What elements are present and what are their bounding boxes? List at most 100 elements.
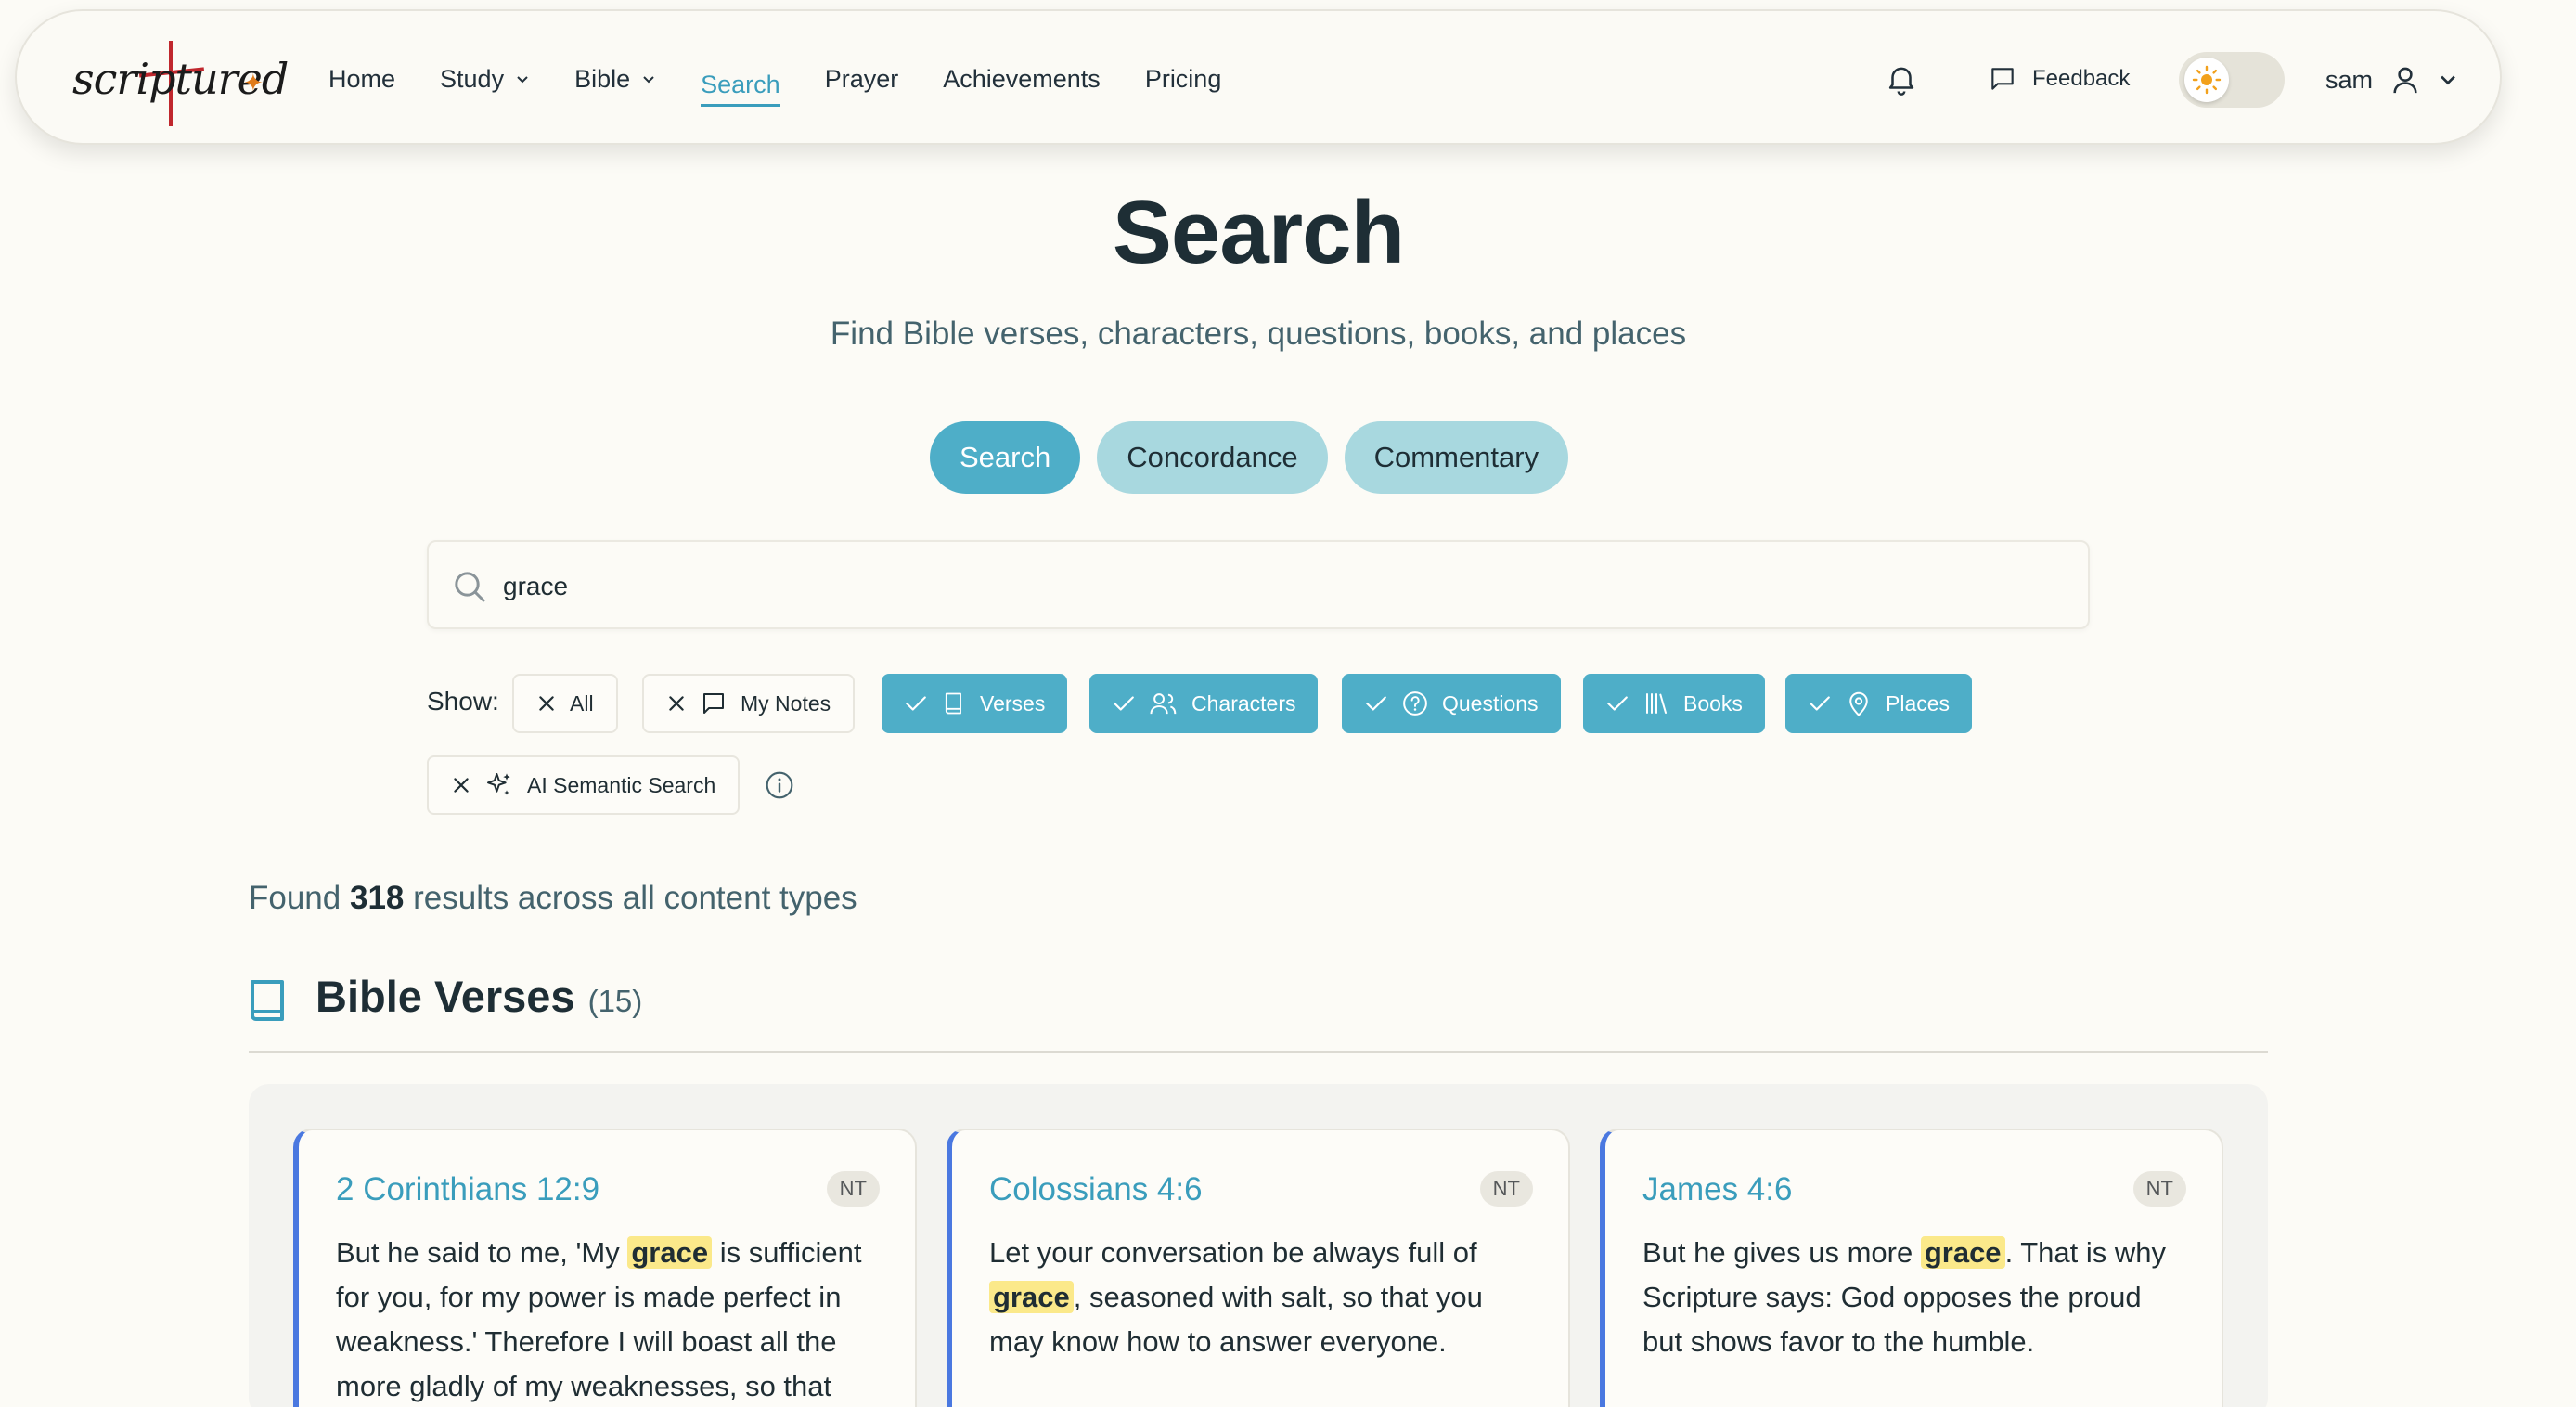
- filter-questions-label: Questions: [1442, 691, 1539, 716]
- top-navbar: scriptured ✦ Home Study Bible Search Pra…: [15, 9, 2502, 145]
- filter-places-label: Places: [1886, 691, 1951, 716]
- user-menu[interactable]: sam: [2325, 54, 2458, 106]
- found-suffix: results across all content types: [413, 880, 857, 916]
- users-icon: [1150, 693, 1177, 715]
- check-icon: [1810, 696, 1830, 711]
- check-icon: [1607, 696, 1628, 711]
- filter-my-notes-chip[interactable]: My Notes: [642, 674, 856, 733]
- nav-study-dropdown[interactable]: Study: [440, 51, 530, 107]
- page-title: Search: [1112, 183, 1405, 282]
- filter-all-label: All: [570, 691, 594, 716]
- info-icon[interactable]: [765, 770, 794, 800]
- verse-text: Let your conversation be always full of …: [989, 1231, 1531, 1364]
- page-subtitle: Find Bible verses, characters, questions…: [830, 316, 1687, 352]
- section-count: (15): [587, 984, 643, 1018]
- verse-reference-link[interactable]: James 4:6: [1642, 1171, 2184, 1208]
- found-prefix: Found: [249, 880, 341, 916]
- feedback-button[interactable]: Feedback: [1988, 56, 2130, 102]
- filter-ai-semantic-chip[interactable]: AI Semantic Search: [427, 755, 741, 815]
- search-term-highlight: grace: [1920, 1236, 2005, 1269]
- feedback-label: Feedback: [2032, 66, 2131, 91]
- verse-reference-link[interactable]: 2 Corinthians 12:9: [336, 1171, 878, 1208]
- search-icon: [455, 572, 485, 602]
- search-mode-tabs: Search Concordance Commentary: [930, 421, 1569, 494]
- nav-prayer[interactable]: Prayer: [825, 51, 899, 107]
- search-field[interactable]: [427, 540, 2090, 629]
- nav-home-label: Home: [328, 64, 396, 93]
- sun-icon: [2192, 65, 2222, 95]
- testament-badge: NT: [826, 1171, 880, 1207]
- book-icon: [251, 980, 284, 1021]
- verse-card[interactable]: 2 Corinthians 12:9 NT But he said to me,…: [293, 1129, 917, 1407]
- chevron-down-icon: [643, 76, 654, 84]
- x-icon: [669, 696, 684, 711]
- chevron-down-icon: [517, 76, 528, 84]
- message-square-icon: [703, 693, 724, 714]
- filter-books-label: Books: [1683, 691, 1743, 716]
- nav-achievements[interactable]: Achievements: [943, 51, 1101, 107]
- mode-commentary-button[interactable]: Commentary: [1344, 421, 1569, 494]
- verse-card[interactable]: Colossians 4:6 NT Let your conversation …: [947, 1129, 1570, 1407]
- sparkles-icon: [487, 773, 510, 795]
- filter-places-chip[interactable]: Places: [1785, 674, 1973, 733]
- section-divider: [249, 1051, 2268, 1053]
- verse-reference-link[interactable]: Colossians 4:6: [989, 1171, 1531, 1208]
- found-count: 318: [349, 880, 405, 916]
- username-label: sam: [2325, 65, 2374, 94]
- verse-text-before: But he gives us more: [1642, 1236, 1921, 1269]
- filter-ai-semantic-label: AI Semantic Search: [527, 772, 716, 797]
- book-icon: [945, 692, 961, 715]
- verse-text: But he gives us more grace. That is why …: [1642, 1231, 2184, 1364]
- nav-achievements-label: Achievements: [943, 64, 1101, 93]
- verse-text: But he said to me, 'My grace is sufficie…: [336, 1231, 878, 1407]
- results-count-summary: Found 318 results across all content typ…: [249, 880, 857, 917]
- mode-concordance-button[interactable]: Concordance: [1097, 421, 1328, 494]
- filter-questions-chip[interactable]: Questions: [1342, 674, 1561, 733]
- search-input[interactable]: [503, 561, 2062, 613]
- message-square-icon: [1991, 68, 2014, 90]
- nav-pricing[interactable]: Pricing: [1145, 51, 1222, 107]
- check-icon: [1114, 696, 1134, 711]
- testament-badge: NT: [1479, 1171, 1533, 1207]
- theme-toggle[interactable]: [2179, 52, 2285, 108]
- nav-pricing-label: Pricing: [1144, 64, 1222, 93]
- check-icon: [1366, 696, 1386, 711]
- show-filter-label: Show:: [427, 687, 499, 716]
- nav-search[interactable]: Search: [701, 66, 780, 107]
- toggle-knob: [2184, 58, 2229, 102]
- x-icon: [539, 696, 554, 711]
- logo-star-icon: ✦: [243, 69, 264, 97]
- library-icon: [1646, 693, 1667, 714]
- filter-verses-chip[interactable]: Verses: [882, 674, 1068, 733]
- filter-my-notes-label: My Notes: [741, 691, 831, 716]
- map-pin-icon: [1849, 691, 1868, 716]
- nav-prayer-label: Prayer: [824, 64, 899, 93]
- notifications-bell-icon[interactable]: [1884, 61, 1919, 97]
- scriptured-logo[interactable]: scriptured ✦: [59, 32, 289, 126]
- filter-verses-label: Verses: [980, 691, 1046, 716]
- user-icon: [2393, 67, 2417, 94]
- x-icon: [454, 778, 469, 793]
- chevron-down-icon: [2441, 75, 2455, 85]
- filter-characters-label: Characters: [1191, 691, 1296, 716]
- bible-verses-section-header: Bible Verses (15): [316, 971, 642, 1022]
- nav-bible-label: Bible: [574, 64, 631, 93]
- search-term-highlight: grace: [627, 1236, 713, 1269]
- testament-badge: NT: [2132, 1171, 2186, 1207]
- filter-characters-chip[interactable]: Characters: [1089, 674, 1319, 733]
- filter-books-chip[interactable]: Books: [1583, 674, 1765, 733]
- section-title: Bible Verses: [316, 972, 575, 1021]
- help-circle-icon: [1403, 691, 1427, 716]
- nav-home[interactable]: Home: [328, 51, 395, 107]
- verse-text-before: But he said to me, 'My: [336, 1236, 628, 1269]
- nav-study-label: Study: [440, 64, 505, 93]
- search-term-highlight: grace: [989, 1281, 1074, 1313]
- verse-card[interactable]: James 4:6 NT But he gives us more grace.…: [1600, 1129, 2223, 1407]
- nav-links: Home Study Bible Search Prayer Achieveme…: [328, 11, 1266, 147]
- nav-bible-dropdown[interactable]: Bible: [574, 51, 656, 107]
- nav-search-label: Search: [701, 71, 780, 98]
- filter-all-chip[interactable]: All: [512, 674, 618, 733]
- check-icon: [906, 696, 926, 711]
- mode-search-button[interactable]: Search: [930, 421, 1081, 494]
- verse-text-before: Let your conversation be always full of: [989, 1236, 1477, 1269]
